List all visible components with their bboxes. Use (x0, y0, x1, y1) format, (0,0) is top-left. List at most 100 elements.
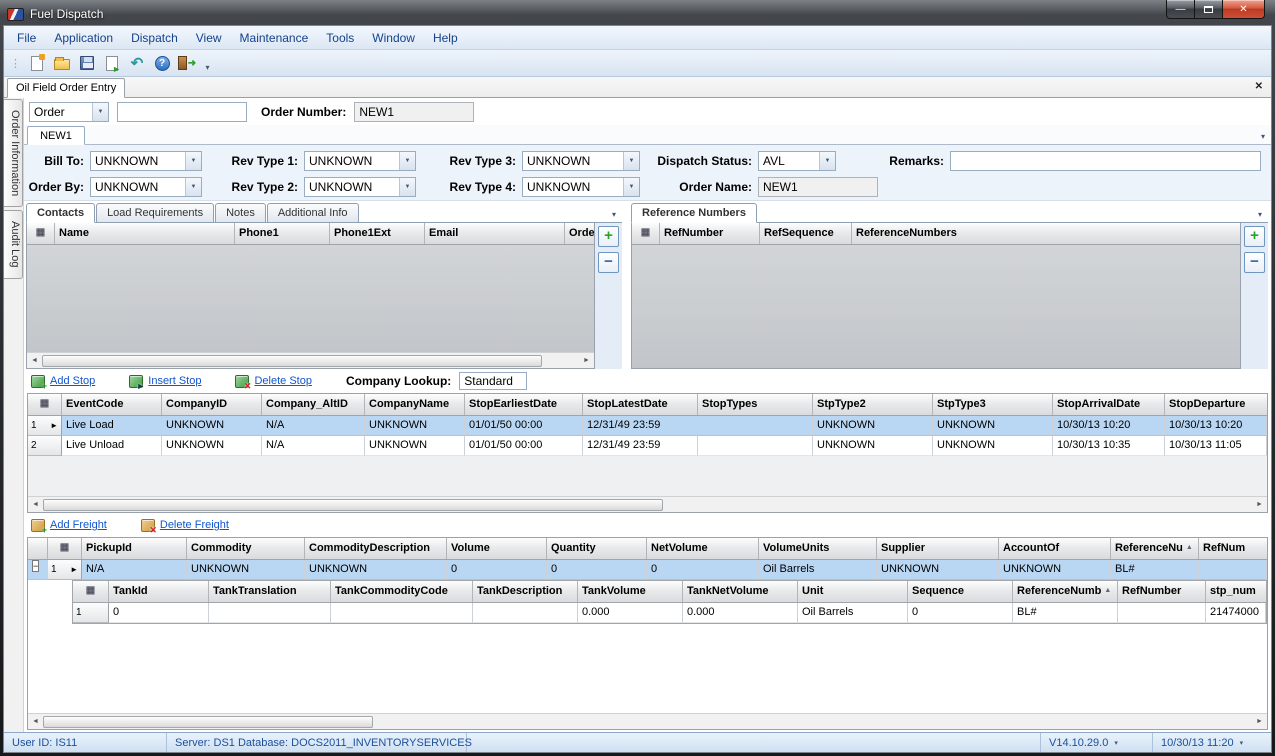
header-cell[interactable]: TankTranslation (209, 581, 331, 602)
menu-view[interactable]: View (187, 27, 231, 49)
scroll-right-icon[interactable]: ► (1252, 501, 1267, 508)
order-number-field[interactable]: NEW1 (354, 102, 474, 122)
tab-contacts[interactable]: Contacts (26, 203, 95, 223)
header-cell[interactable]: Email (425, 223, 565, 244)
exit-button[interactable]: ➜ (176, 52, 198, 74)
menu-help[interactable]: Help (424, 27, 467, 49)
new-order-button[interactable] (26, 52, 48, 74)
undo-button[interactable]: ↶ (126, 52, 148, 74)
header-cell[interactable]: StopEarliestDate (465, 394, 583, 415)
header-cell[interactable]: VolumeUnits (759, 538, 877, 559)
scroll-left-icon[interactable]: ◄ (28, 501, 43, 508)
tab-new1[interactable]: NEW1 (27, 126, 85, 145)
order-name-field[interactable]: NEW1 (758, 177, 878, 197)
header-cell[interactable]: ReferenceNu▲ (1111, 538, 1199, 559)
scroll-left-icon[interactable]: ◄ (28, 718, 43, 725)
side-tab-audit-log[interactable]: Audit Log (4, 210, 23, 278)
rev-type1-select[interactable]: UNKNOWN▼ (304, 151, 416, 171)
remarks-input[interactable] (950, 151, 1261, 171)
header-cell[interactable]: EventCode (62, 394, 162, 415)
header-cell[interactable]: CommodityDescription (305, 538, 447, 559)
header-cell[interactable]: AccountOf (999, 538, 1111, 559)
side-tab-order-information[interactable]: Order Information (4, 99, 23, 207)
scroll-right-icon[interactable]: ► (579, 357, 594, 364)
header-cell[interactable]: StpType3 (933, 394, 1053, 415)
header-cell[interactable]: PickupId (82, 538, 187, 559)
company-lookup-field[interactable]: Standard (459, 372, 527, 390)
header-cell[interactable]: Supplier (877, 538, 999, 559)
header-cell[interactable]: RefSequence (760, 223, 852, 244)
delete-freight-link[interactable]: ✕ Delete Freight (141, 519, 229, 532)
minimize-button[interactable]: — (1166, 0, 1195, 19)
tab-additional-info[interactable]: Additional Info (267, 203, 359, 222)
insert-stop-link[interactable]: ► Insert Stop (129, 375, 201, 388)
order-by-select[interactable]: UNKNOWN▼ (90, 177, 202, 197)
grid-selector-icon[interactable]: ▦ (48, 538, 82, 559)
header-cell[interactable]: NetVolume (647, 538, 759, 559)
contacts-hscrollbar[interactable]: ◄ ► (27, 352, 594, 368)
header-cell[interactable]: TankCommodityCode (331, 581, 473, 602)
header-cell[interactable]: StpType2 (813, 394, 933, 415)
menu-file[interactable]: File (8, 27, 45, 49)
header-cell[interactable]: Unit (798, 581, 908, 602)
stops-hscrollbar[interactable]: ◄ ► (28, 496, 1267, 512)
header-cell[interactable]: StopDeparture (1165, 394, 1267, 415)
rev-type3-select[interactable]: UNKNOWN▼ (522, 151, 640, 171)
header-cell[interactable]: TankNetVolume (683, 581, 798, 602)
delete-stop-link[interactable]: ✕ Delete Stop (235, 375, 311, 388)
header-cell[interactable]: Phone1 (235, 223, 330, 244)
tab-load-requirements[interactable]: Load Requirements (96, 203, 214, 222)
close-tab-icon[interactable]: ✕ (1255, 81, 1263, 92)
header-cell[interactable]: TankDescription (473, 581, 578, 602)
menu-dispatch[interactable]: Dispatch (122, 27, 187, 49)
scroll-thumb[interactable] (43, 716, 373, 728)
header-cell[interactable]: TankId (109, 581, 209, 602)
bill-to-select[interactable]: UNKNOWN▼ (90, 151, 202, 171)
header-cell[interactable]: StopLatestDate (583, 394, 698, 415)
scroll-thumb[interactable] (43, 499, 663, 511)
menu-window[interactable]: Window (363, 27, 424, 49)
toolbar-overflow-button[interactable]: ▾ (201, 52, 214, 74)
reference-tabs-dropdown-icon[interactable]: ▾ (1258, 210, 1262, 219)
header-cell[interactable]: Sequence (908, 581, 1013, 602)
freight-hscrollbar[interactable]: ◄ ► (28, 713, 1267, 729)
version-dropdown-icon[interactable]: ▾ (1114, 739, 1118, 747)
freight-row-1[interactable]: − 1► N/A UNKNOWN UNKNOWN 0 0 0 Oil Barre… (28, 560, 1267, 580)
stop-row-2[interactable]: 2 Live Unload UNKNOWN N/A UNKNOWN 01/01/… (28, 436, 1267, 456)
scroll-left-icon[interactable]: ◄ (27, 357, 42, 364)
add-freight-link[interactable]: + Add Freight (31, 519, 107, 532)
contacts-tabs-dropdown-icon[interactable]: ▾ (612, 210, 616, 219)
stop-row-1[interactable]: 1► Live Load UNKNOWN N/A UNKNOWN 01/01/5… (28, 416, 1267, 436)
menu-maintenance[interactable]: Maintenance (231, 27, 318, 49)
tab-notes[interactable]: Notes (215, 203, 266, 222)
header-cell[interactable]: Orde (565, 223, 594, 244)
tab-reference-numbers[interactable]: Reference Numbers (631, 203, 757, 223)
header-cell[interactable]: Quantity (547, 538, 647, 559)
stops-grid-empty[interactable] (28, 456, 1267, 496)
help-button[interactable]: ? (151, 52, 173, 74)
open-button[interactable] (51, 52, 73, 74)
tab-oil-field-order-entry[interactable]: Oil Field Order Entry (7, 78, 125, 98)
scroll-thumb[interactable] (42, 355, 542, 367)
grid-selector-icon[interactable]: ▦ (28, 394, 62, 415)
add-reference-button[interactable]: + (1244, 226, 1265, 247)
header-cell[interactable]: ReferenceNumb▲ (1013, 581, 1118, 602)
rev-type4-select[interactable]: UNKNOWN▼ (522, 177, 640, 197)
header-cell[interactable]: Commodity (187, 538, 305, 559)
add-contact-button[interactable]: + (598, 226, 619, 247)
remove-contact-button[interactable]: − (598, 252, 619, 273)
grid-selector-icon[interactable]: ▦ (27, 223, 55, 244)
scroll-right-icon[interactable]: ► (1252, 718, 1267, 725)
header-cell[interactable]: Name (55, 223, 235, 244)
grid-selector-icon[interactable]: ▦ (632, 223, 660, 244)
maximize-button[interactable] (1195, 0, 1222, 19)
grid-selector-icon[interactable]: ▦ (73, 581, 109, 602)
freight-grid-empty[interactable] (28, 624, 1267, 713)
close-button[interactable]: ✕ (1222, 0, 1265, 19)
menu-tools[interactable]: Tools (317, 27, 363, 49)
menu-application[interactable]: Application (45, 27, 122, 49)
order-tabs-dropdown-icon[interactable]: ▾ (1261, 132, 1265, 141)
lookup-type-select[interactable]: Order ▼ (29, 102, 109, 122)
tank-row-1[interactable]: 1 0 0.000 0.000 Oil Barrels 0 BL# (73, 603, 1266, 623)
add-stop-link[interactable]: + Add Stop (31, 375, 95, 388)
